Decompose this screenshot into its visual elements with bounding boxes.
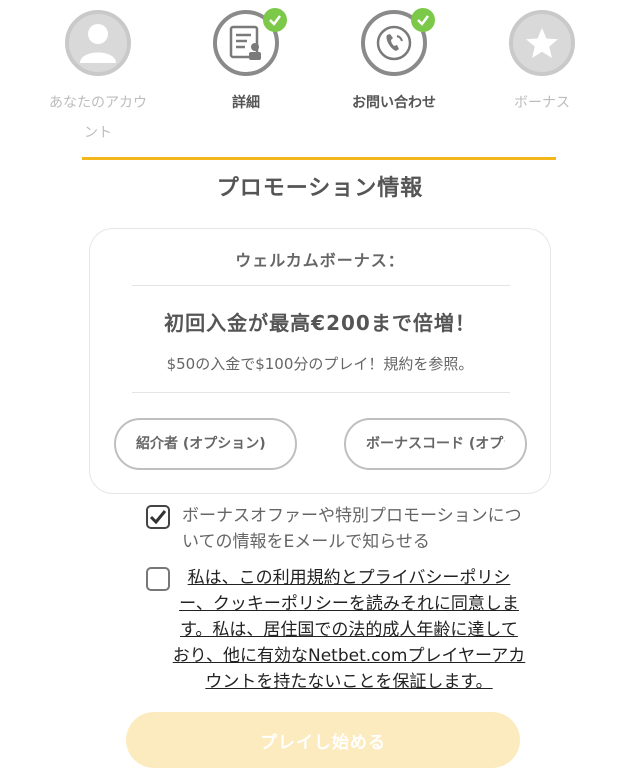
marketing-consent-text: ボーナスオファーや特別プロモーションについての情報をEメールで知らせる <box>182 506 522 552</box>
check-badge-icon <box>411 8 435 32</box>
step-details-circle <box>213 8 287 76</box>
marketing-consent-row: ボーナスオファーや特別プロモーションについての情報をEメールで知らせる <box>146 503 536 555</box>
progress-divider <box>82 157 556 160</box>
check-badge-icon <box>263 8 287 32</box>
promotion-card: ウェルカムボーナス： 初回入金が最高€200まで倍増！ $50の入金で$100分… <box>89 228 551 494</box>
checkmark-icon <box>149 510 167 525</box>
phone-icon <box>376 25 412 61</box>
registration-stepper: あなたのアカウント 詳細 お問い合わせ ボーナス <box>0 8 640 150</box>
terms-consent-text[interactable]: 私は、この利用規約とプライバシーポリシー、クッキーポリシーを読みそれに同意します… <box>146 565 526 695</box>
step-account-circle <box>65 10 131 76</box>
step-account: あなたのアカウント <box>23 10 173 148</box>
referrer-input[interactable] <box>114 418 297 470</box>
step-contact-circle <box>361 8 435 76</box>
bonus-code-input[interactable] <box>344 418 527 470</box>
step-details: 詳細 <box>171 8 321 118</box>
step-bonus-circle <box>509 10 575 76</box>
marketing-checkbox[interactable] <box>146 505 170 529</box>
step-contact: お問い合わせ <box>319 8 469 118</box>
step-bonus-label: ボーナス <box>514 95 570 111</box>
star-icon <box>526 28 558 58</box>
step-contact-label: お問い合わせ <box>352 95 436 111</box>
card-divider <box>132 392 510 393</box>
section-title: プロモーション情報 <box>216 176 424 201</box>
bonus-headline: 初回入金が最高€200まで倍増！ <box>164 311 476 335</box>
card-divider <box>132 285 510 286</box>
bonus-subtext: $50の入金で$100分のプレイ！規約を参照。 <box>166 355 474 373</box>
document-icon <box>229 25 261 60</box>
step-account-label: あなたのアカウント <box>49 95 147 141</box>
terms-checkbox[interactable] <box>146 567 170 591</box>
terms-consent-row: 私は、この利用規約とプライバシーポリシー、クッキーポリシーを読みそれに同意します… <box>146 565 526 695</box>
step-bonus: ボーナス <box>467 10 617 118</box>
user-icon <box>80 24 116 63</box>
start-playing-button[interactable]: プレイし始める <box>126 712 520 768</box>
step-details-label: 詳細 <box>232 95 260 111</box>
welcome-bonus-label: ウェルカムボーナス： <box>235 251 405 270</box>
